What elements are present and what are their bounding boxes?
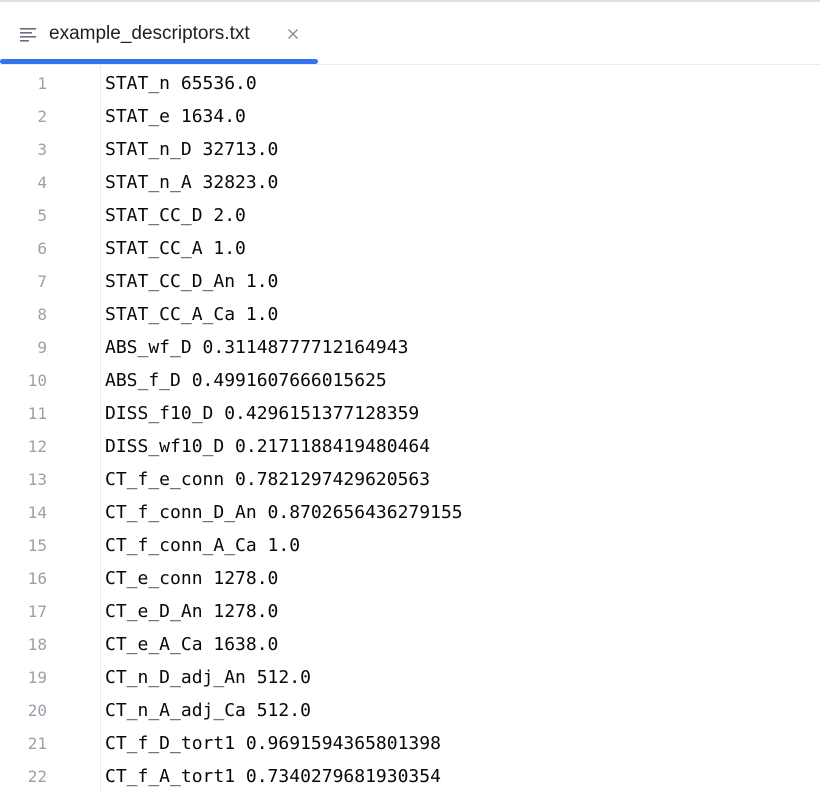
line-number: 10 [27,371,47,390]
line-number: 20 [27,701,47,720]
editor-line[interactable]: 1 STAT_n 65536.0 [0,67,820,100]
line-text[interactable]: CT_f_conn_D_An 0.8702656436279155 [105,496,463,529]
text-file-icon [20,28,36,42]
close-icon[interactable] [285,26,301,42]
line-text[interactable]: CT_e_conn 1278.0 [105,562,278,595]
line-number: 1 [37,74,47,93]
editor-line[interactable]: 19 CT_n_D_adj_An 512.0 [0,661,820,694]
line-text[interactable]: CT_e_D_An 1278.0 [105,595,278,628]
editor-line[interactable]: 18 CT_e_A_Ca 1638.0 [0,628,820,661]
line-text[interactable]: STAT_CC_D 2.0 [105,199,246,232]
line-number: 19 [27,668,47,687]
line-number: 9 [37,338,47,357]
editor-line[interactable]: 15 CT_f_conn_A_Ca 1.0 [0,529,820,562]
editor-line[interactable]: 20 CT_n_A_adj_Ca 512.0 [0,694,820,727]
line-number: 12 [27,437,47,456]
line-text[interactable]: STAT_n 65536.0 [105,67,257,100]
editor-line[interactable]: 2 STAT_e 1634.0 [0,100,820,133]
line-text[interactable]: CT_f_A_tort1 0.7340279681930354 [105,760,441,792]
editor-line[interactable]: 21 CT_f_D_tort1 0.9691594365801398 [0,727,820,760]
editor-line[interactable]: 14 CT_f_conn_D_An 0.8702656436279155 [0,496,820,529]
tab-bar: example_descriptors.txt [0,2,820,65]
line-text[interactable]: STAT_CC_A 1.0 [105,232,246,265]
line-number: 8 [37,305,47,324]
line-number: 21 [27,734,47,753]
line-number: 17 [27,602,47,621]
line-number: 18 [27,635,47,654]
editor-line[interactable]: 17 CT_e_D_An 1278.0 [0,595,820,628]
line-number: 15 [27,536,47,555]
editor-line[interactable]: 4 STAT_n_A 32823.0 [0,166,820,199]
editor-line[interactable]: 16 CT_e_conn 1278.0 [0,562,820,595]
active-tab-indicator [0,59,318,64]
editor-line[interactable]: 3 STAT_n_D 32713.0 [0,133,820,166]
editor-line[interactable]: 11 DISS_f10_D 0.4296151377128359 [0,397,820,430]
line-text[interactable]: STAT_n_D 32713.0 [105,133,278,166]
editor-line[interactable]: 13 CT_f_e_conn 0.7821297429620563 [0,463,820,496]
editor-line[interactable]: 6 STAT_CC_A 1.0 [0,232,820,265]
text-editor[interactable]: 1 STAT_n 65536.0 2 STAT_e 1634.0 3 STAT_n_D 3… [0,65,820,792]
line-text[interactable]: STAT_CC_A_Ca 1.0 [105,298,278,331]
line-text[interactable]: CT_f_conn_A_Ca 1.0 [105,529,300,562]
line-text[interactable]: DISS_f10_D 0.4296151377128359 [105,397,419,430]
line-text[interactable]: ABS_wf_D 0.31148777712164943 [105,331,408,364]
line-number: 2 [37,107,47,126]
line-number: 4 [37,173,47,192]
line-text[interactable]: CT_n_D_adj_An 512.0 [105,661,311,694]
editor-window: example_descriptors.txt 1 STAT_n 65536.0 2… [0,0,820,792]
line-text[interactable]: STAT_CC_D_An 1.0 [105,265,278,298]
line-text[interactable]: CT_n_A_adj_Ca 512.0 [105,694,311,727]
line-text[interactable]: ABS_f_D 0.4991607666015625 [105,364,387,397]
line-text[interactable]: CT_f_e_conn 0.7821297429620563 [105,463,430,496]
line-number: 5 [37,206,47,225]
tab-title: example_descriptors.txt [49,23,250,44]
line-number: 3 [37,140,47,159]
line-text[interactable]: CT_e_A_Ca 1638.0 [105,628,278,661]
line-number: 11 [27,404,47,423]
line-number: 14 [27,503,47,522]
line-number: 16 [27,569,47,588]
line-text[interactable]: STAT_e 1634.0 [105,100,246,133]
editor-line[interactable]: 5 STAT_CC_D 2.0 [0,199,820,232]
editor-line[interactable]: 9 ABS_wf_D 0.31148777712164943 [0,331,820,364]
line-number: 7 [37,272,47,291]
line-number: 22 [27,767,47,786]
editor-line[interactable]: 8 STAT_CC_A_Ca 1.0 [0,298,820,331]
editor-line[interactable]: 7 STAT_CC_D_An 1.0 [0,265,820,298]
line-text[interactable]: STAT_n_A 32823.0 [105,166,278,199]
line-text[interactable]: DISS_wf10_D 0.2171188419480464 [105,430,430,463]
line-number: 13 [27,470,47,489]
editor-line[interactable]: 22 CT_f_A_tort1 0.7340279681930354 [0,760,820,792]
editor-line[interactable]: 12 DISS_wf10_D 0.2171188419480464 [0,430,820,463]
line-text[interactable]: CT_f_D_tort1 0.9691594365801398 [105,727,441,760]
line-number: 6 [37,239,47,258]
editor-line[interactable]: 10 ABS_f_D 0.4991607666015625 [0,364,820,397]
tab-example-descriptors[interactable]: example_descriptors.txt [0,2,318,65]
